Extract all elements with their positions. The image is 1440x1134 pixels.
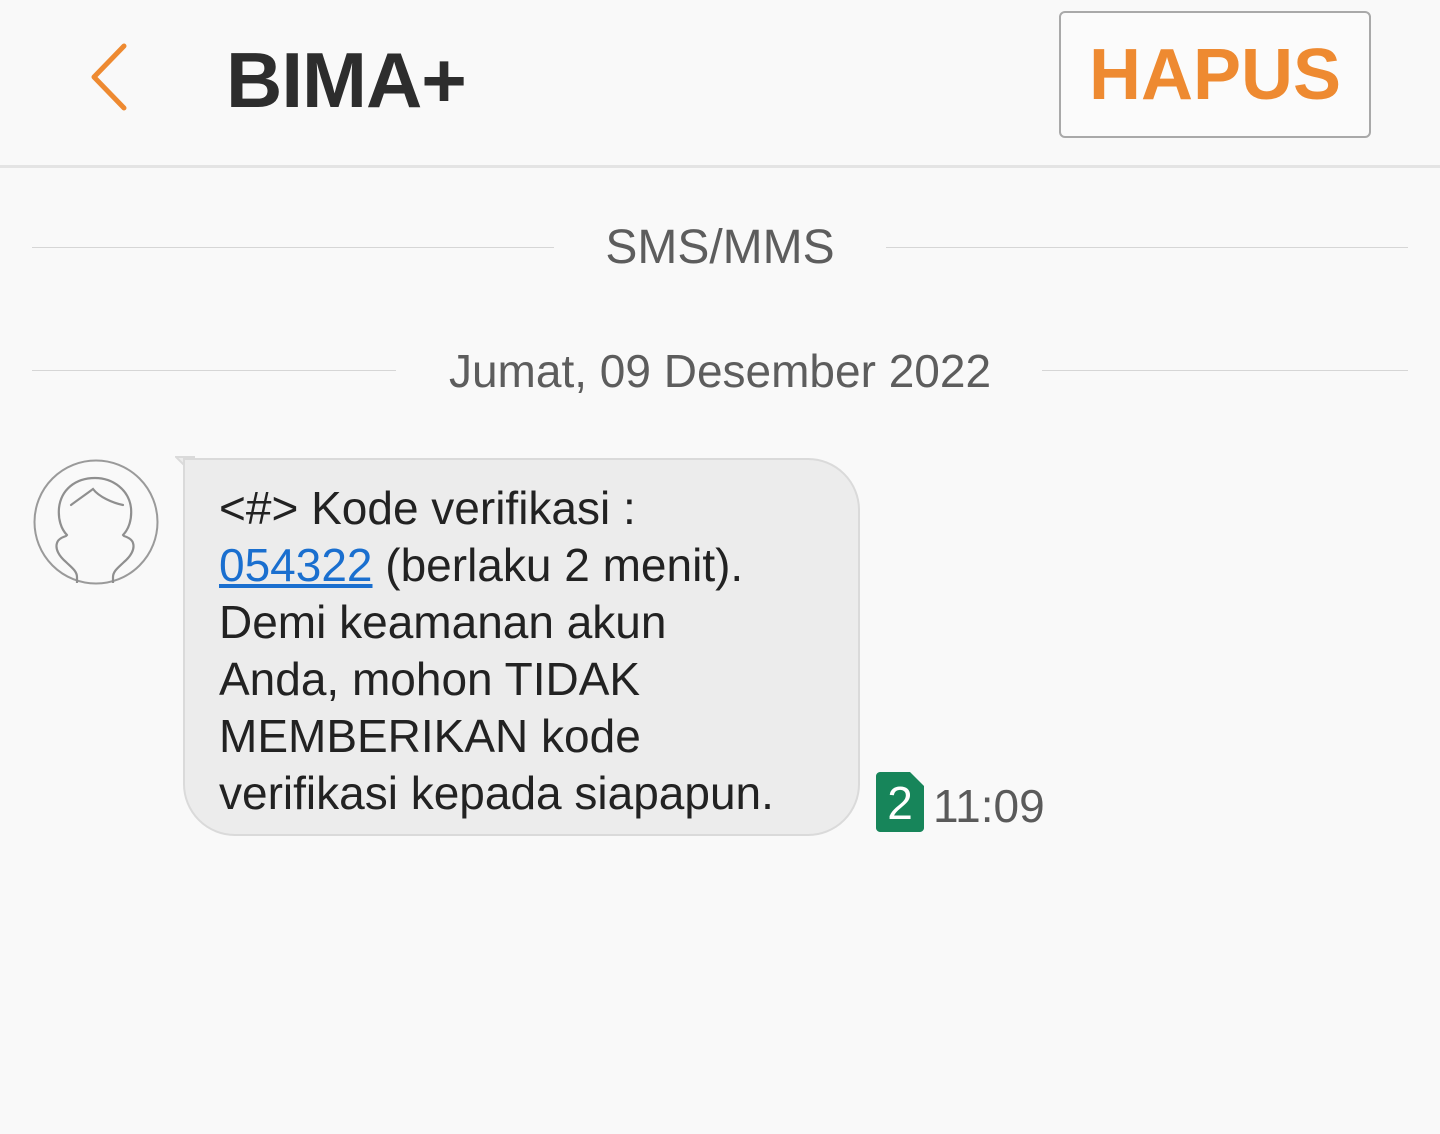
message-bubble[interactable]: <#> Kode verifikasi : 054322 (berlaku 2 … [183,458,860,836]
person-icon [33,459,159,585]
sim-badge: 2 [876,772,924,832]
date-label: Jumat, 09 Desember 2022 [448,345,992,397]
sender-avatar[interactable] [33,459,159,585]
conversation-screen: BIMA+ HAPUS SMS/MMS Jumat, 09 Desember 2… [0,0,1440,1134]
message-text: <#> Kode verifikasi : 054322 (berlaku 2 … [219,480,839,822]
channel-divider: SMS/MMS [32,218,1408,278]
message-time: 11:09 [933,780,1045,832]
verification-code-link[interactable]: 054322 [219,539,373,591]
back-button[interactable] [72,30,152,120]
delete-button[interactable]: HAPUS [1059,11,1371,138]
divider-line-right [886,247,1408,248]
chevron-left-icon [91,43,127,111]
date-divider: Jumat, 09 Desember 2022 [32,341,1408,401]
channel-label: SMS/MMS [605,221,835,274]
message-prefix: <#> Kode verifikasi : [219,482,636,534]
app-header: BIMA+ HAPUS [0,0,1440,168]
divider-line-right [1042,370,1408,371]
conversation-title: BIMA+ [226,36,467,124]
sim-slot-number: 2 [887,777,913,829]
